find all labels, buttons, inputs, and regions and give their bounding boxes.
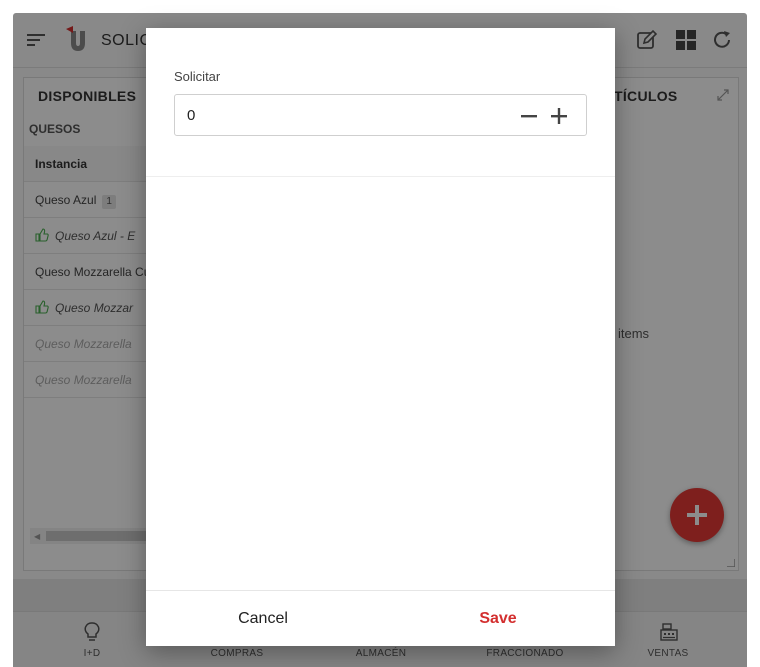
cancel-button[interactable]: Cancel [146, 591, 380, 647]
save-button[interactable]: Save [381, 591, 615, 647]
minus-icon[interactable] [517, 104, 541, 128]
divider [146, 176, 615, 177]
dialog-actions: Cancel Save [146, 590, 615, 646]
plus-icon[interactable] [547, 104, 571, 128]
quantity-input[interactable] [176, 96, 496, 134]
quantity-stepper [174, 94, 587, 136]
request-label: Solicitar [174, 69, 221, 84]
request-dialog: Solicitar Cancel Save [146, 28, 615, 646]
